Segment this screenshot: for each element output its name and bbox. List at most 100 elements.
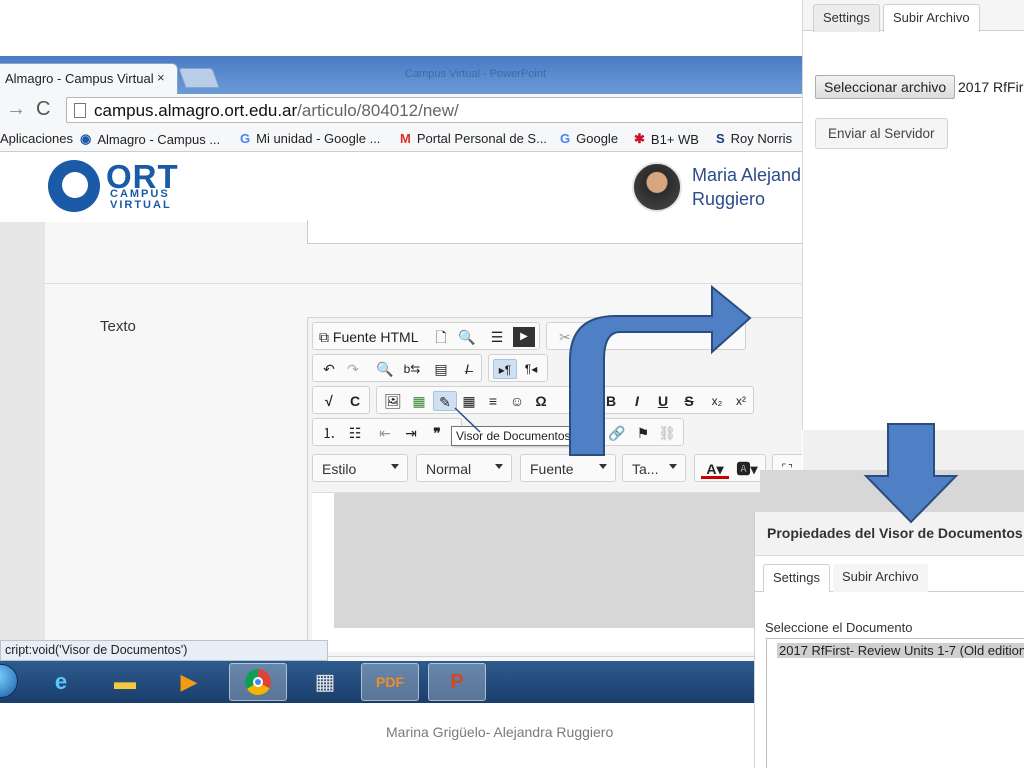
toolbar-group-insert: 🖼 ▦ ✎ ▦ ≡ ☺ Ω [376, 386, 596, 414]
document-viewer-icon[interactable]: ✎ [433, 391, 457, 411]
toolbar-group-spell: √ C [312, 386, 370, 414]
bookmark-google[interactable]: G Google [560, 131, 618, 146]
combo-label: Ta... [632, 461, 659, 477]
underline-icon[interactable]: U [653, 391, 673, 411]
unlink-icon[interactable]: ⛓ [657, 423, 677, 443]
bookmark-b1wb[interactable]: ✱ B1+ WB [634, 131, 699, 147]
tab-subir-archivo[interactable]: Subir Archivo [883, 4, 980, 32]
link-icon[interactable]: 🔗 [607, 423, 627, 443]
send-to-server-button[interactable]: Enviar al Servidor [815, 118, 948, 149]
url-path: /articulo/804012/new/ [297, 101, 459, 120]
bookmark-portal[interactable]: M Portal Personal de S... [400, 131, 547, 146]
powerpoint-icon[interactable]: P [428, 663, 486, 701]
previous-field[interactable] [307, 220, 802, 244]
calculator-icon[interactable]: ▦ [296, 663, 354, 701]
file-explorer-icon[interactable]: ▬ [96, 663, 154, 701]
browser-toolbar: → C campus.almagro.ort.edu.ar/articulo/8… [0, 94, 802, 126]
text-color-icon[interactable]: A▾ [701, 459, 729, 479]
format-combo[interactable]: Normal [416, 454, 512, 482]
numbered-list-icon[interactable]: ⒈ [319, 423, 339, 443]
logo-sub-line2: VIRTUAL [110, 199, 172, 211]
bookmark-roy-norris[interactable]: S Roy Norris [716, 131, 792, 146]
templates-icon[interactable]: ☰ [487, 327, 507, 347]
new-page-icon[interactable]: 🗋 [431, 327, 451, 347]
browser-window: Almagro - Campus Virtual × Campus Virtua… [0, 56, 802, 661]
window-title: Campus Virtual - PowerPoint [405, 68, 547, 80]
url-text: campus.almagro.ort.edu.ar/articulo/80401… [94, 101, 459, 121]
font-combo[interactable]: Fuente [520, 454, 616, 482]
table-icon[interactable]: ▦ [459, 391, 479, 411]
bulleted-list-icon[interactable]: ☷ [345, 423, 365, 443]
tab-close-icon[interactable]: × [157, 70, 165, 85]
smiley-icon[interactable]: ☺ [507, 391, 527, 411]
spellcheck-icon[interactable]: √ [319, 391, 339, 411]
gmail-icon: M [400, 131, 411, 146]
cut-icon[interactable]: ✂ [555, 327, 575, 347]
bookmark-label: Mi unidad - Google ... [256, 131, 381, 146]
upload-dialog: Settings Subir Archivo Seleccionar archi… [802, 0, 1024, 470]
url-host: campus.almagro.ort.edu.ar [94, 101, 298, 120]
strike-icon[interactable]: S [679, 391, 699, 411]
internet-explorer-icon[interactable]: e [32, 663, 90, 701]
divider [45, 283, 802, 284]
slide-credit: Marina Grigüelo- Alejandra Ruggiero [386, 724, 614, 740]
browser-tab-campus[interactable]: Almagro - Campus Virtual × [0, 63, 178, 94]
list-item-selected-document[interactable]: 2017 RfFirst- Review Units 1-7 (Old edit… [777, 643, 1024, 658]
anchor-icon[interactable]: ⚑ [633, 423, 653, 443]
editor-content-area[interactable] [312, 492, 802, 652]
special-char-icon[interactable]: Ω [531, 391, 551, 411]
bold-icon[interactable]: B [601, 391, 621, 411]
size-combo[interactable]: Ta... [622, 454, 686, 482]
forward-icon[interactable]: → [6, 98, 26, 121]
document-listbox[interactable]: 2017 RfFirst- Review Units 1-7 (Old edit… [766, 638, 1024, 768]
ltr-icon[interactable]: ▸¶ [493, 359, 517, 379]
user-name[interactable]: Maria Alejandra Ruggiero [692, 163, 802, 211]
foxit-pdf-icon[interactable]: PDF [361, 663, 419, 701]
page-content: Texto ⧉ Fuente HTML 🗋 🔍 ☰ ▶ ✂ ↶ ↷ 🔍 b⇆ ▤… [0, 220, 802, 661]
redo-icon[interactable]: ↷ [343, 359, 363, 379]
avatar[interactable] [632, 162, 682, 212]
ort-logo-icon[interactable] [48, 160, 100, 212]
style-combo[interactable]: Estilo [312, 454, 408, 482]
tab-subir-archivo[interactable]: Subir Archivo [833, 564, 928, 592]
media-player-icon[interactable]: ▶ [160, 663, 218, 701]
bookmark-apps[interactable]: Aplicaciones [0, 131, 73, 146]
tab-title: Almagro - Campus Virtual [5, 71, 153, 86]
tab-settings[interactable]: Settings [813, 4, 880, 32]
find-icon[interactable]: 🔍 [375, 359, 395, 379]
address-bar[interactable]: campus.almagro.ort.edu.ar/articulo/80401… [66, 97, 802, 123]
document-viewer-properties-dialog: Propiedades del Visor de Documentos Sett… [754, 512, 1024, 768]
source-html-button[interactable]: ⧉ Fuente HTML [319, 327, 419, 347]
new-tab-button[interactable] [178, 68, 220, 88]
tooltip-document-viewer: Visor de Documentos [451, 426, 576, 446]
select-file-button[interactable]: Seleccionar archivo [815, 75, 956, 99]
replace-icon[interactable]: b⇆ [401, 359, 423, 379]
horizontal-rule-icon[interactable]: ≡ [483, 391, 503, 411]
blockquote-icon[interactable]: ❞ [427, 423, 447, 443]
undo-icon[interactable]: ↶ [319, 359, 339, 379]
subscript-icon[interactable]: x₂ [707, 391, 727, 411]
indent-icon[interactable]: ⇥ [401, 423, 421, 443]
youtube-icon[interactable]: ▶ [513, 327, 535, 347]
bg-color-icon[interactable]: 🅰▾ [733, 459, 761, 479]
remove-format-icon[interactable]: I̶ [457, 359, 477, 379]
chrome-icon[interactable] [229, 663, 287, 701]
italic-icon[interactable]: I [627, 391, 647, 411]
chrome-logo [245, 669, 271, 695]
reload-icon[interactable]: C [36, 98, 50, 121]
dialog-tabs: Settings Subir Archivo [803, 0, 1024, 32]
outdent-icon[interactable]: ⇤ [375, 423, 395, 443]
superscript-icon[interactable]: x² [731, 391, 751, 411]
windows-start-icon[interactable] [0, 664, 18, 698]
flash-icon[interactable]: ▦ [409, 391, 429, 411]
scayt-icon[interactable]: C [345, 391, 365, 411]
tab-settings[interactable]: Settings [763, 564, 830, 592]
source-html-label: Fuente HTML [332, 329, 419, 345]
bookmark-almagro[interactable]: ◉ Almagro - Campus ... [80, 131, 220, 147]
bookmark-drive[interactable]: G Mi unidad - Google ... [240, 131, 380, 146]
rtl-icon[interactable]: ¶◂ [519, 359, 543, 379]
preview-icon[interactable]: 🔍 [457, 327, 477, 347]
select-all-icon[interactable]: ▤ [431, 359, 451, 379]
image-icon[interactable]: 🖼 [383, 391, 403, 411]
dialog-backdrop [760, 470, 1024, 514]
